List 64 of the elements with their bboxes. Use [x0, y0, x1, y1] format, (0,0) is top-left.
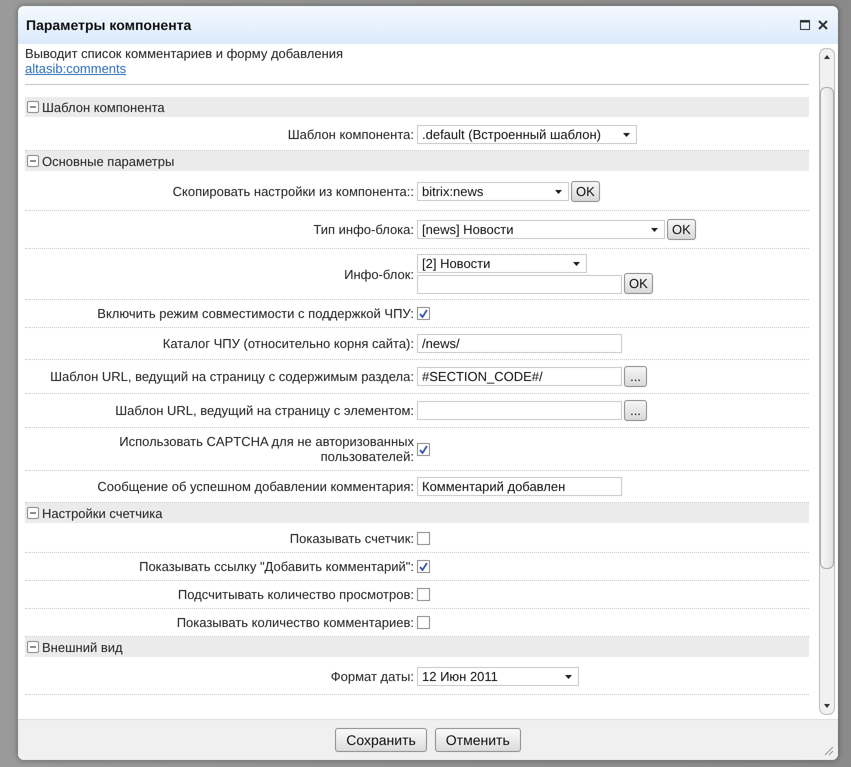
resize-grip-icon[interactable] [824, 746, 834, 756]
checkbox[interactable] [417, 532, 430, 545]
field-label: Инфо-блок: [343, 266, 414, 282]
section-title: Основные параметры [42, 154, 174, 168]
close-icon[interactable] [818, 20, 828, 30]
dropdown[interactable]: .default (Встроенный шаблон) [417, 125, 637, 144]
window-title: Параметры компонента [26, 17, 192, 33]
field-label: Формат даты: [330, 669, 414, 684]
input-field[interactable]: Комментарий добавлен [417, 477, 622, 496]
ok-button[interactable]: OK [624, 273, 653, 294]
cancel-button[interactable]: Отменить [434, 728, 521, 752]
caret-icon [573, 262, 580, 266]
collapse-icon[interactable] [27, 507, 39, 519]
section-header[interactable]: Шаблон компонента [25, 97, 809, 117]
field-label: Шаблон компонента: [286, 127, 414, 142]
field-label: Включить режим совместимости с поддержкой ЧПУ: [96, 306, 414, 321]
field-label: Каталог ЧПУ (относительно корня сайта): [162, 336, 414, 351]
dropdown[interactable]: bitrix:news [417, 182, 569, 201]
caret-icon [623, 132, 630, 136]
scroll-down-icon[interactable] [823, 702, 831, 710]
browse-button[interactable]: ... [624, 400, 647, 421]
input-field[interactable] [417, 275, 622, 294]
component-link[interactable]: altasib:comments [25, 61, 126, 76]
field-label: Шаблон URL, ведущий на страницу с элементом: [114, 403, 414, 418]
caret-icon [555, 190, 562, 194]
caret-icon [565, 674, 572, 678]
field-label: Показывать счетчик: [288, 531, 414, 546]
section-header[interactable]: Основные параметры [25, 151, 809, 171]
checkbox[interactable] [417, 616, 430, 629]
field-label: Показывать ссылку "Добавить комментарий": [138, 559, 414, 574]
dropdown[interactable]: 12 Июн 2011 [417, 667, 579, 686]
collapse-icon[interactable] [27, 641, 39, 653]
caret-icon [651, 228, 658, 232]
checkbox[interactable] [417, 588, 430, 601]
checkbox[interactable] [417, 307, 430, 320]
description: Выводит список комментариев и форму добавления [25, 46, 344, 61]
field-label: Подсчитывать количество просмотров: [176, 587, 414, 602]
input-field[interactable]: #SECTION_CODE#/ [417, 367, 622, 386]
collapse-icon[interactable] [27, 155, 39, 167]
dropdown[interactable]: [news] Новости [417, 220, 665, 239]
field-label: Показывать количество комментариев: [176, 615, 414, 630]
ok-button[interactable]: OK [571, 181, 600, 202]
checkbox[interactable] [417, 442, 430, 456]
input-field[interactable] [417, 401, 622, 420]
checkbox[interactable] [417, 560, 430, 573]
field-label: Тип инфо-блока: [312, 222, 414, 237]
scroll-up-icon[interactable] [823, 53, 831, 61]
ok-button[interactable]: OK [667, 219, 696, 240]
field-label: Шаблон URL, ведущий на страницу с содержимым раздела: [49, 369, 414, 384]
browse-button[interactable]: ... [624, 366, 647, 387]
dropdown[interactable]: [2] Новости [417, 254, 587, 273]
field-label: Сообщение об успешном добавлении комментария: [96, 479, 414, 494]
section-title: Настройки счетчика [42, 506, 162, 520]
maximize-icon[interactable] [800, 20, 810, 30]
field-label: Скопировать настройки из компонента:: [172, 184, 414, 199]
scrollbar[interactable] [819, 48, 835, 715]
section-header[interactable]: Настройки счетчика [25, 503, 809, 523]
section-title: Внешний вид [42, 640, 123, 654]
collapse-icon[interactable] [27, 101, 39, 113]
section-header[interactable]: Внешний вид [25, 637, 809, 657]
field-label: Использовать CAPTCHA для не авторизованных пользователей: [118, 434, 414, 464]
input-field[interactable]: /news/ [417, 334, 622, 353]
section-title: Шаблон компонента [42, 100, 165, 114]
save-button[interactable]: Сохранить [335, 728, 427, 752]
